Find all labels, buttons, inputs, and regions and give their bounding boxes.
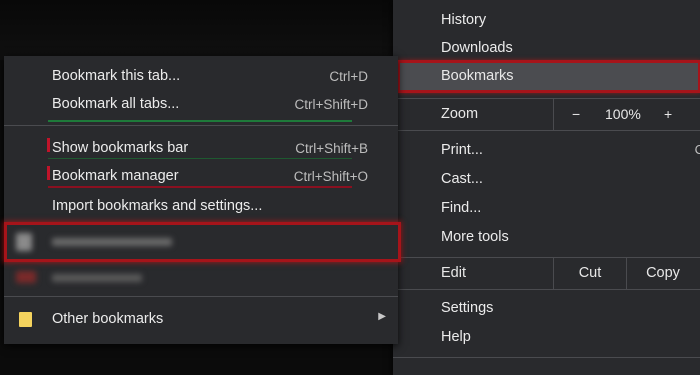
menu-item-label: Show bookmarks bar [52, 140, 189, 156]
zoom-in-button[interactable]: + [664, 106, 672, 122]
menu-item-history[interactable]: History [393, 6, 700, 34]
zoom-level: 100% [605, 106, 641, 122]
annotation-underline [48, 186, 352, 188]
zoom-row: Zoom − 100% + [393, 99, 700, 130]
copy-button[interactable]: Copy [626, 258, 699, 289]
menu-item-shortcut: Ctrl+Shift+B [295, 141, 368, 156]
menu-item-more-tools[interactable]: More tools [393, 223, 700, 251]
menu-item-settings[interactable]: Settings [393, 294, 700, 322]
menu-item-label: Downloads [441, 40, 513, 56]
bookmark-all-tabs-item[interactable]: Bookmark all tabs... Ctrl+Shift+D [4, 90, 398, 118]
divider [393, 130, 700, 131]
bookmarks-submenu: Bookmark this tab... Ctrl+D Bookmark all… [4, 56, 401, 344]
favicon [16, 271, 36, 283]
menu-item-cast[interactable]: Cast... [393, 165, 700, 193]
other-bookmarks-folder[interactable]: Other bookmarks ▶ [4, 304, 398, 334]
menu-item-print[interactable]: Print... C [393, 136, 700, 164]
menu-item-label: Bookmarks [441, 68, 514, 84]
annotation-underline [48, 120, 352, 122]
menu-item-help[interactable]: Help [393, 323, 700, 351]
menu-item-label: History [441, 12, 487, 28]
menu-item-label: Bookmark manager [52, 168, 179, 184]
menu-item-label: Import bookmarks and settings... [52, 198, 263, 214]
zoom-label: Zoom [441, 106, 479, 122]
menu-item-label: More tools [441, 229, 509, 245]
divider [4, 296, 398, 297]
chrome-main-menu: History Downloads Bookmarks Zoom − 100% … [393, 0, 700, 375]
edit-row: Edit Cut Copy [393, 258, 700, 289]
menu-item-shortcut: C [694, 142, 700, 157]
menu-item-shortcut: Ctrl+Shift+O [293, 169, 368, 184]
menu-item-bookmarks[interactable]: Bookmarks [397, 60, 700, 93]
menu-item-label: Settings [441, 300, 494, 316]
menu-item-label: Find... [441, 200, 482, 216]
import-bookmarks-item[interactable]: Import bookmarks and settings... [4, 192, 398, 220]
zoom-out-button[interactable]: − [572, 106, 580, 122]
folder-icon [19, 312, 32, 327]
menu-item-downloads[interactable]: Downloads [393, 34, 700, 62]
menu-item-shortcut: Ctrl+D [329, 69, 368, 84]
menu-item-label: Other bookmarks [52, 311, 164, 327]
divider [393, 357, 700, 358]
cut-button[interactable]: Cut [553, 258, 626, 289]
annotation-underline [48, 158, 352, 159]
menu-item-label: Cast... [441, 171, 483, 187]
menu-item-label: Help [441, 329, 471, 345]
menu-item-label: Bookmark this tab... [52, 68, 181, 84]
menu-item-label: Bookmark all tabs... [52, 96, 180, 112]
chevron-right-icon: ▶ [378, 311, 386, 322]
menu-item-label: Print... [441, 142, 483, 158]
zoom-controls: − 100% + [553, 99, 700, 130]
menu-item-shortcut: Ctrl+Shift+D [294, 97, 368, 112]
blurred-bookmark-item[interactable] [4, 264, 398, 294]
divider [393, 289, 700, 290]
menu-item-find[interactable]: Find... [393, 194, 700, 222]
edit-label: Edit [441, 265, 466, 281]
divider [4, 125, 398, 126]
bookmark-this-tab-item[interactable]: Bookmark this tab... Ctrl+D [4, 62, 398, 90]
blurred-label [52, 274, 142, 282]
annotation-highlight-box [4, 222, 401, 262]
